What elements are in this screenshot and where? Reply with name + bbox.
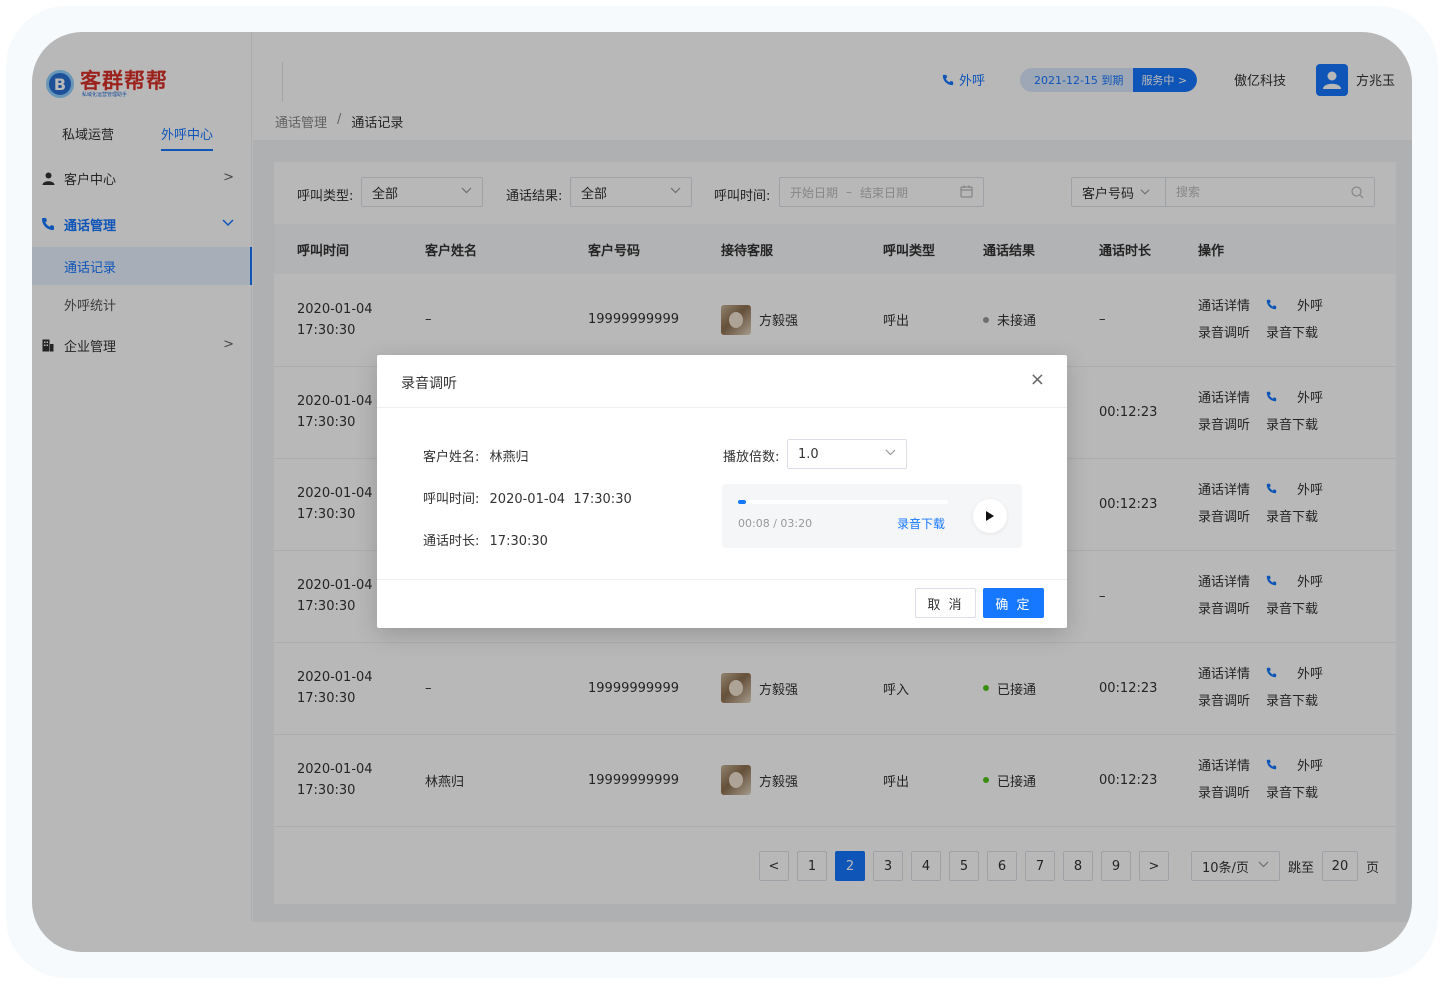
speed-label: 播放倍数:	[723, 450, 780, 465]
duration-field: 通话时长: 17:30:30	[423, 530, 548, 549]
customer-name-field: 客户姓名: 林燕归	[423, 446, 529, 465]
dialog-title: 录音调听	[401, 376, 457, 392]
customer-name-label: 客户姓名:	[423, 450, 480, 465]
call-time-label: 呼叫时间:	[423, 492, 480, 507]
close-icon[interactable]: ×	[1030, 369, 1045, 390]
speed-select[interactable]: 1.0	[787, 439, 907, 469]
audio-progress-time: 00:08 / 03:20	[738, 517, 813, 530]
confirm-button[interactable]: 确 定	[983, 588, 1044, 618]
customer-name-value: 林燕归	[489, 450, 529, 465]
audio-player: 00:08 / 03:20 录音下载	[722, 484, 1022, 548]
download-recording-link[interactable]: 录音下载	[897, 515, 945, 532]
cancel-button[interactable]: 取 消	[915, 588, 976, 618]
play-icon	[986, 511, 994, 521]
audio-progress-fill	[738, 500, 747, 504]
dialog-header-divider	[377, 407, 1067, 408]
speed-value: 1.0	[798, 446, 819, 462]
duration-value: 17:30:30	[489, 534, 548, 549]
app-root: B 客群帮帮 私域化运营管理助手 私域运营 外呼中心 客户中心 > 通话管理 通…	[32, 32, 1412, 952]
duration-label: 通话时长:	[423, 534, 480, 549]
play-button[interactable]	[973, 499, 1007, 533]
audio-progress-track[interactable]	[738, 500, 948, 504]
dialog-footer-divider	[377, 579, 1067, 580]
listen-recording-dialog: 录音调听 × 客户姓名: 林燕归 呼叫时间: 2020-01-04 17:30:…	[377, 355, 1067, 628]
app-frame: B 客群帮帮 私域化运营管理助手 私域运营 外呼中心 客户中心 > 通话管理 通…	[32, 32, 1412, 952]
call-time-field: 呼叫时间: 2020-01-04 17:30:30	[423, 488, 632, 507]
chevron-down-icon	[885, 447, 896, 461]
call-time-value: 2020-01-04 17:30:30	[489, 492, 632, 507]
